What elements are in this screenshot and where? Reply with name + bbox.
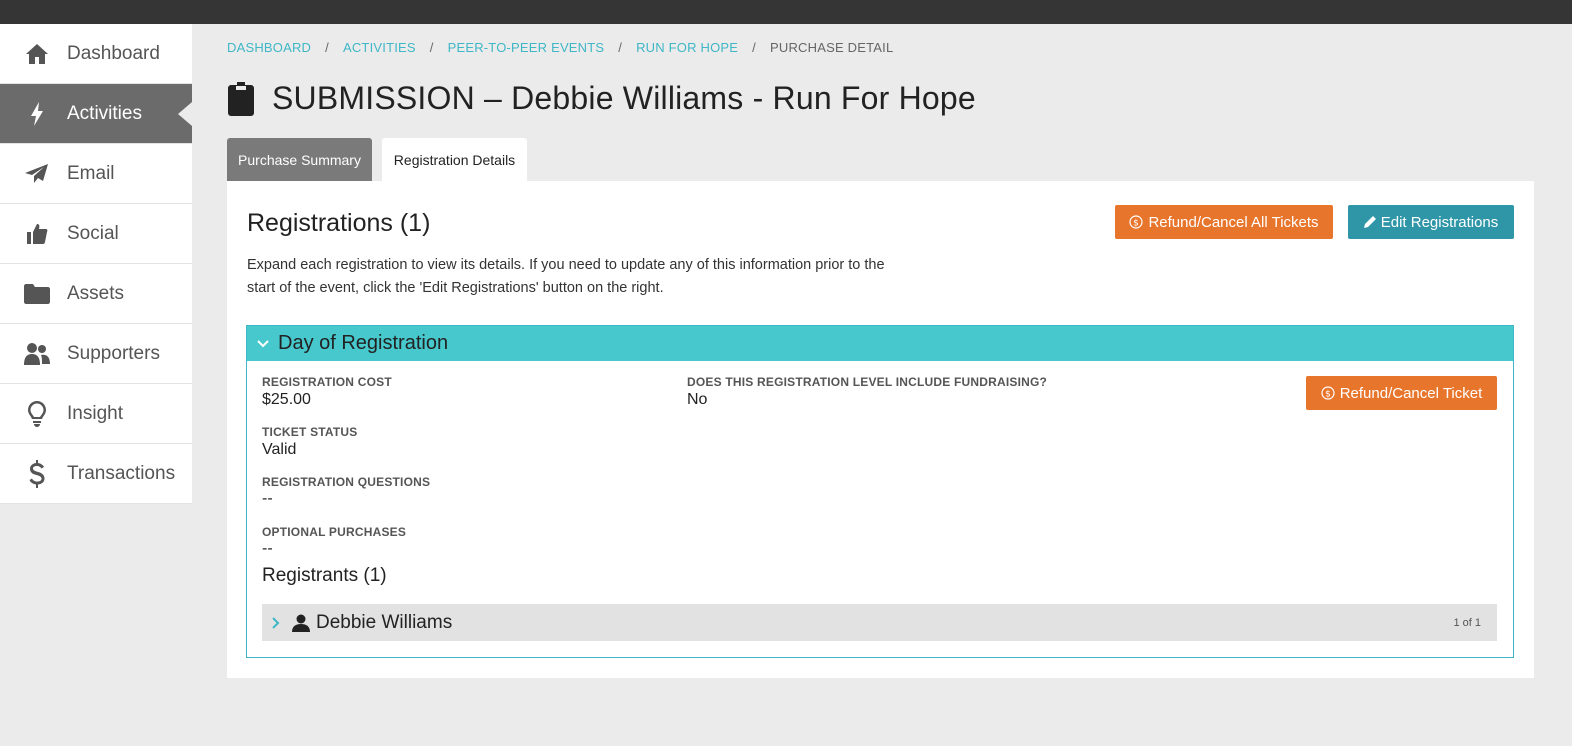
- sidebar-item-label: Assets: [67, 282, 125, 304]
- sidebar-item-label: Insight: [67, 402, 123, 424]
- registration-questions-value: --: [262, 490, 273, 507]
- sidebar-item-assets[interactable]: Assets: [0, 264, 192, 324]
- sidebar-item-email[interactable]: Email: [0, 144, 192, 204]
- breadcrumb-peer-to-peer-events[interactable]: PEER-TO-PEER EVENTS: [448, 40, 605, 55]
- tab-purchase-summary[interactable]: Purchase Summary: [227, 138, 372, 181]
- sidebar-item-label: Dashboard: [67, 42, 160, 64]
- optional-purchases-label: OPTIONAL PURCHASES: [262, 525, 407, 539]
- home-icon: [24, 41, 50, 67]
- registration-details-panel: Registrations (1) Expand each registrati…: [227, 181, 1534, 678]
- registrant-count: 1 of 1: [1453, 617, 1481, 629]
- registrant-row[interactable]: Debbie Williams 1 of 1: [262, 604, 1497, 641]
- edit-registrations-label: Edit Registrations: [1380, 213, 1499, 231]
- breadcrumb-separator: /: [325, 40, 329, 55]
- chevron-down-icon: [257, 339, 271, 348]
- tab-registration-details[interactable]: Registration Details: [382, 138, 527, 181]
- refund-cancel-all-tickets-button[interactable]: $ Refund/Cancel All Tickets: [1115, 205, 1333, 239]
- registration-accordion: Day of Registration REGISTRATION COST $2…: [246, 325, 1514, 658]
- sidebar-item-transactions[interactable]: Transactions: [0, 444, 192, 504]
- fundraising-value: No: [687, 391, 708, 408]
- sidebar-item-activities[interactable]: Activities: [0, 84, 192, 144]
- pencil-icon: [1363, 216, 1376, 228]
- breadcrumb-separator: /: [618, 40, 623, 55]
- registration-title: Day of Registration: [278, 332, 449, 354]
- sidebar-item-supporters[interactable]: Supporters: [0, 324, 192, 384]
- sidebar-item-label: Supporters: [67, 342, 160, 364]
- optional-purchases-value: --: [262, 540, 273, 557]
- users-icon: [24, 341, 50, 367]
- paper-plane-icon: [24, 161, 50, 187]
- sidebar-item-label: Transactions: [67, 462, 176, 484]
- refund-coin-icon: $: [1321, 386, 1335, 400]
- registrants-heading: Registrants (1): [262, 565, 387, 586]
- breadcrumb-separator: /: [752, 40, 756, 55]
- edit-registrations-button[interactable]: Edit Registrations: [1348, 205, 1514, 239]
- breadcrumb: DASHBOARD / ACTIVITIES / PEER-TO-PEER EV…: [227, 40, 893, 55]
- breadcrumb-run-for-hope[interactable]: RUN FOR HOPE: [636, 40, 738, 55]
- breadcrumb-activities[interactable]: ACTIVITIES: [343, 40, 416, 55]
- registration-accordion-header[interactable]: Day of Registration: [247, 326, 1513, 361]
- refund-cancel-ticket-label: Refund/Cancel Ticket: [1339, 384, 1483, 402]
- svg-text:$: $: [1325, 389, 1331, 399]
- page-title: SUBMISSION – Debbie Williams - Run For H…: [272, 80, 976, 116]
- sidebar-item-dashboard[interactable]: Dashboard: [0, 24, 192, 84]
- ticket-status-value: Valid: [262, 441, 297, 458]
- refund-cancel-ticket-button[interactable]: $ Refund/Cancel Ticket: [1306, 376, 1497, 410]
- registrations-description: Expand each registration to view its det…: [247, 257, 885, 296]
- sidebar-item-insight[interactable]: Insight: [0, 384, 192, 444]
- sidebar-item-label: Activities: [67, 102, 142, 124]
- ticket-status-label: TICKET STATUS: [262, 425, 358, 439]
- dollar-icon: [24, 459, 50, 488]
- sidebar: Dashboard Activities Email Social Assets…: [0, 24, 192, 504]
- sidebar-item-label: Email: [67, 162, 115, 184]
- refund-cancel-all-label: Refund/Cancel All Tickets: [1148, 213, 1319, 231]
- page-header: SUBMISSION – Debbie Williams - Run For H…: [228, 80, 976, 117]
- breadcrumb-current: PURCHASE DETAIL: [769, 40, 894, 55]
- sidebar-item-social[interactable]: Social: [0, 204, 192, 264]
- lightbulb-icon: [24, 400, 50, 427]
- chevron-right-icon: [272, 616, 284, 629]
- folder-icon: [24, 281, 50, 307]
- clipboard-icon: [228, 81, 256, 116]
- breadcrumb-separator: /: [429, 40, 434, 55]
- registration-cost-label: REGISTRATION COST: [262, 375, 392, 389]
- svg-text:$: $: [1134, 218, 1140, 228]
- thumbs-up-icon: [24, 221, 50, 247]
- registration-questions-label: REGISTRATION QUESTIONS: [262, 475, 431, 489]
- sidebar-item-label: Social: [67, 222, 119, 244]
- top-bar: [0, 0, 1572, 24]
- fundraising-label: DOES THIS REGISTRATION LEVEL INCLUDE FUN…: [687, 375, 1048, 389]
- bolt-icon: [24, 101, 50, 127]
- breadcrumb-dashboard[interactable]: DASHBOARD: [227, 40, 311, 55]
- registrations-heading: Registrations (1): [247, 209, 431, 237]
- registrant-name: Debbie Williams: [316, 611, 453, 633]
- user-icon: [292, 614, 310, 632]
- registration-cost-value: $25.00: [262, 391, 311, 408]
- refund-coin-icon: $: [1129, 215, 1144, 229]
